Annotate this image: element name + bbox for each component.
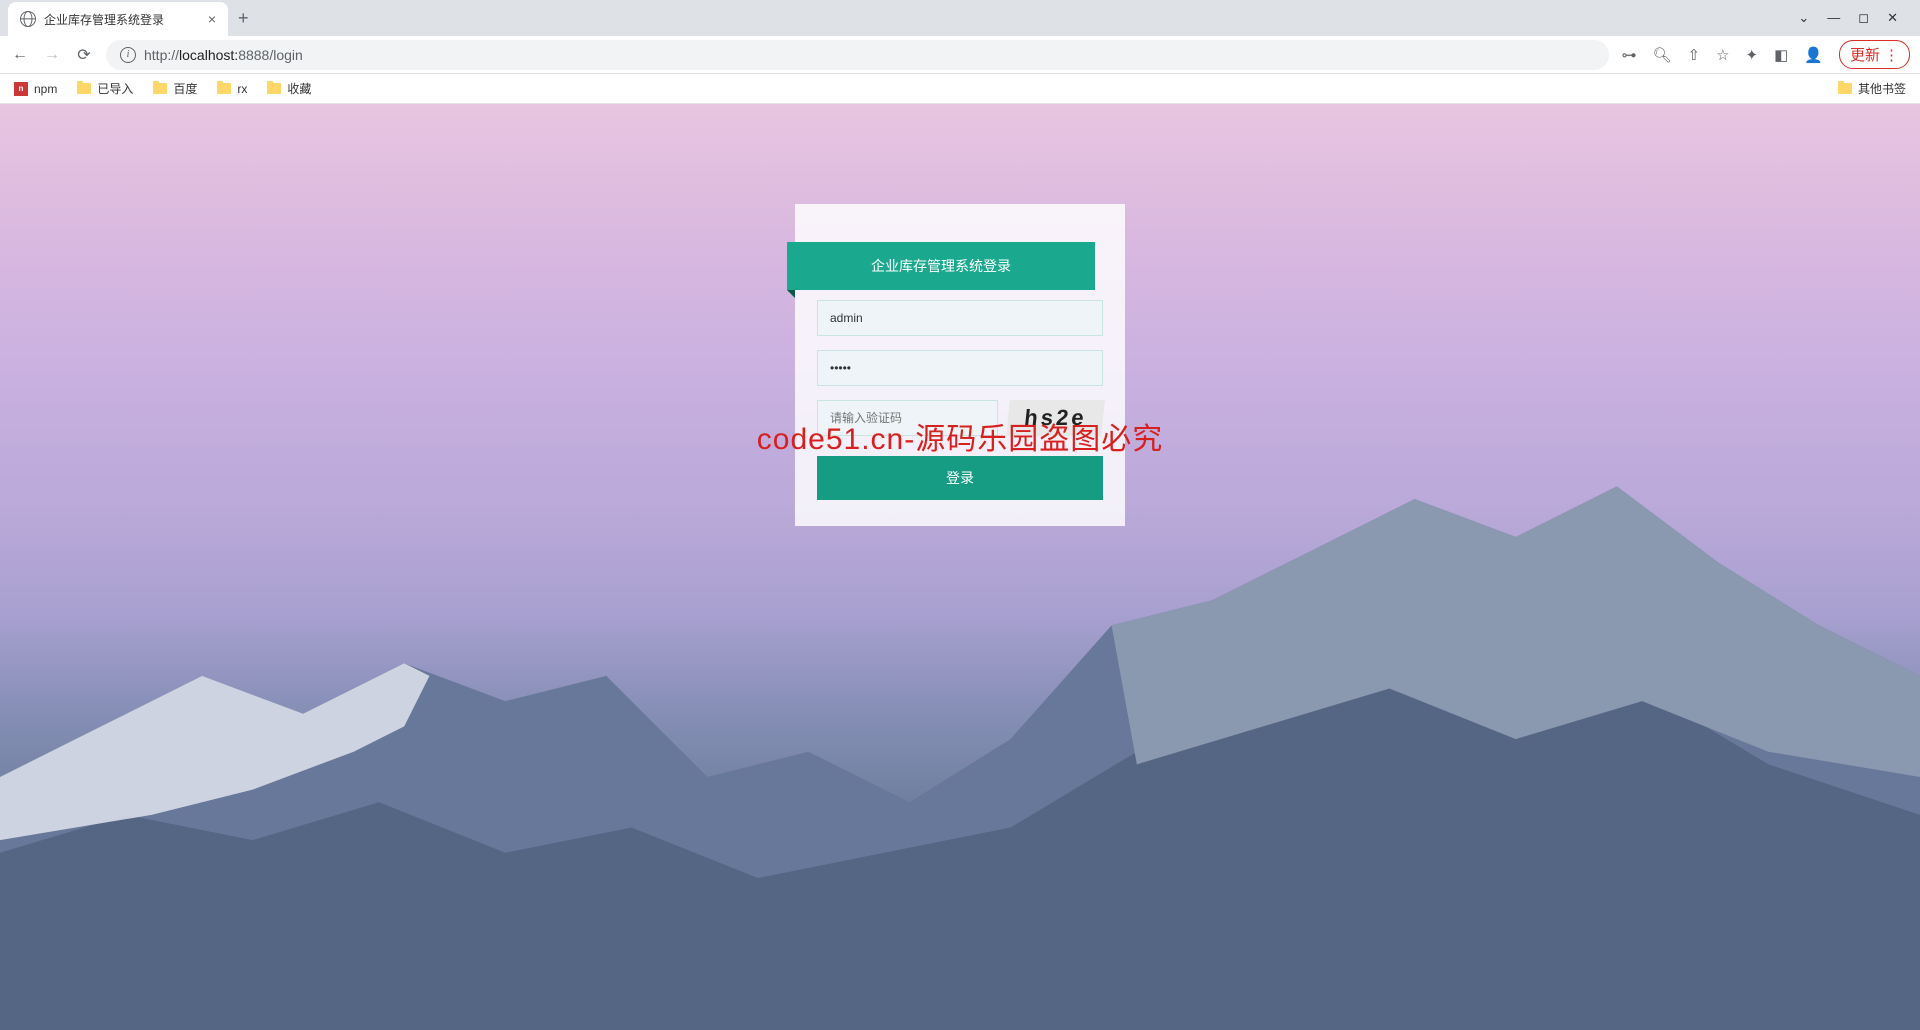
url-text: http://localhost:8888/login: [144, 47, 303, 63]
reload-button[interactable]: ⟳: [74, 45, 94, 65]
site-info-icon[interactable]: i: [120, 47, 136, 63]
login-button[interactable]: 登录: [817, 456, 1103, 500]
bookmark-baidu[interactable]: 百度: [153, 80, 197, 97]
toolbar-icons: ⊶ 🔍︎ ⇧ ☆ ✦ ◧ 👤 更新 ⋮: [1621, 40, 1910, 69]
login-title-banner: 企业库存管理系统登录: [787, 242, 1095, 290]
bookmark-rx[interactable]: rx: [217, 82, 247, 96]
globe-icon: [20, 11, 36, 27]
bookmarks-bar: n npm 已导入 百度 rx 收藏 其他书签: [0, 74, 1920, 104]
more-icon: ⋮: [1884, 46, 1899, 64]
folder-icon: [1838, 83, 1852, 94]
page-content: 企业库存管理系统登录 hs2e 登录 code51.cn-源码乐园盗图必究: [0, 104, 1920, 1030]
other-bookmarks[interactable]: 其他书签: [1838, 80, 1906, 97]
login-form: hs2e 登录: [817, 300, 1103, 500]
maximize-icon[interactable]: ◻: [1858, 10, 1869, 26]
captcha-row: hs2e: [817, 400, 1103, 436]
browser-tab[interactable]: 企业库存管理系统登录 ×: [8, 2, 228, 36]
address-bar[interactable]: i http://localhost:8888/login: [106, 40, 1609, 70]
captcha-input[interactable]: [817, 400, 998, 436]
npm-icon: n: [14, 82, 28, 96]
username-input[interactable]: [817, 300, 1103, 336]
share-icon[interactable]: ⇧: [1688, 46, 1701, 64]
bookmark-imported[interactable]: 已导入: [77, 80, 133, 97]
zoom-icon[interactable]: 🔍︎: [1652, 46, 1671, 64]
close-window-icon[interactable]: ✕: [1887, 10, 1898, 26]
tab-title: 企业库存管理系统登录: [44, 11, 164, 28]
browser-toolbar: ← → ⟳ i http://localhost:8888/login ⊶ 🔍︎…: [0, 36, 1920, 74]
update-button[interactable]: 更新 ⋮: [1839, 40, 1910, 69]
password-key-icon[interactable]: ⊶: [1621, 46, 1636, 64]
folder-icon: [153, 83, 167, 94]
profile-icon[interactable]: 👤: [1804, 46, 1823, 64]
browser-chrome: 企业库存管理系统登录 × + ⌄ — ◻ ✕ ← → ⟳ i http://lo…: [0, 0, 1920, 104]
close-tab-icon[interactable]: ×: [208, 11, 216, 27]
folder-icon: [77, 83, 91, 94]
dropdown-icon[interactable]: ⌄: [1798, 10, 1809, 26]
folder-icon: [217, 83, 231, 94]
bookmark-npm[interactable]: n npm: [14, 82, 57, 96]
new-tab-button[interactable]: +: [228, 8, 259, 29]
login-card: 企业库存管理系统登录 hs2e 登录: [795, 204, 1125, 526]
back-button[interactable]: ←: [10, 46, 30, 64]
window-controls: ⌄ — ◻ ✕: [1798, 10, 1912, 26]
tab-bar: 企业库存管理系统登录 × + ⌄ — ◻ ✕: [0, 0, 1920, 36]
bookmark-star-icon[interactable]: ☆: [1716, 46, 1729, 64]
password-input[interactable]: [817, 350, 1103, 386]
forward-button[interactable]: →: [42, 46, 62, 64]
minimize-icon[interactable]: —: [1827, 10, 1840, 26]
captcha-image[interactable]: hs2e: [1006, 400, 1105, 436]
side-panel-icon[interactable]: ◧: [1774, 46, 1788, 64]
bookmark-favorites[interactable]: 收藏: [267, 80, 311, 97]
mountain-background: [0, 474, 1920, 1030]
extensions-icon[interactable]: ✦: [1746, 46, 1759, 64]
folder-icon: [267, 83, 281, 94]
